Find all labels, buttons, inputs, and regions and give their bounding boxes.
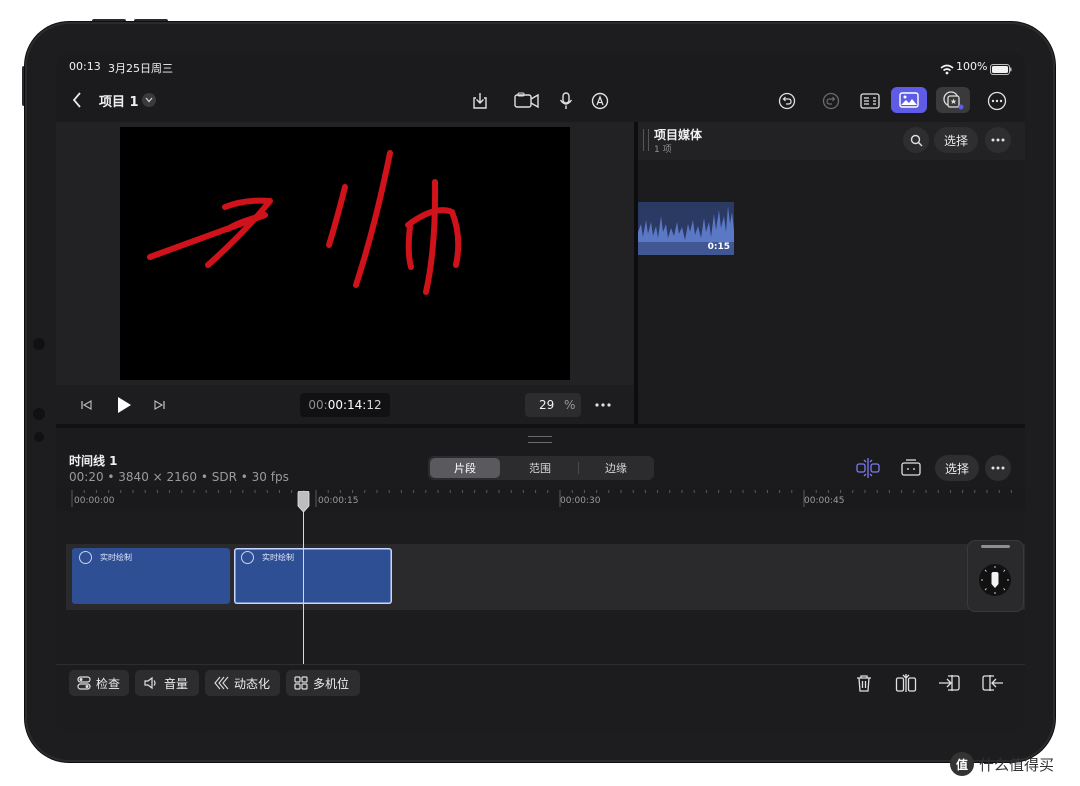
multicam-icon — [294, 676, 308, 690]
back-chevron-icon[interactable] — [68, 90, 86, 110]
more-options-icon[interactable] — [986, 90, 1008, 112]
timeline-divider — [56, 424, 1025, 428]
wifi-icon — [940, 60, 954, 79]
zoom-unit: % — [564, 398, 576, 412]
viewer-more-icon[interactable] — [593, 397, 613, 413]
animate-button[interactable]: 动态化 — [205, 670, 280, 696]
skip-forward-icon[interactable] — [152, 398, 166, 412]
inspector-icon[interactable] — [858, 90, 882, 112]
camera-icon[interactable] — [513, 90, 541, 112]
zoom-value: 29 — [539, 398, 555, 412]
timeline-ruler[interactable] — [56, 487, 1025, 511]
segment-edge[interactable]: 边缘 — [580, 458, 652, 478]
timeline-clip-2-label: 实时绘制 — [262, 553, 294, 562]
battery-icon — [990, 60, 1012, 79]
timeline-clip-1[interactable]: 实时绘制 — [72, 548, 230, 604]
trash-icon[interactable] — [853, 672, 875, 694]
media-panel — [638, 122, 1025, 424]
media-select-button[interactable]: 选择 — [934, 127, 978, 153]
jog-wheel-panel[interactable] — [967, 540, 1024, 612]
speaker-icon — [144, 676, 156, 690]
timeline-drag-handle[interactable] — [528, 436, 552, 443]
effects-star-icon[interactable] — [936, 87, 970, 113]
watermark-logo-char: 值 — [955, 757, 968, 772]
inspect-label: 检查 — [96, 676, 121, 691]
pencil-draw-icon[interactable] — [589, 90, 611, 112]
media-more-icon[interactable] — [985, 127, 1011, 153]
ruler-label-45: 00:00:45 — [804, 496, 845, 506]
bottom-toolbar — [56, 664, 1025, 732]
timecode-prefix: 00: — [308, 398, 328, 412]
media-clip-thumbnail[interactable]: 0:15 — [638, 202, 734, 255]
live-drawing-icon — [79, 551, 92, 564]
timeline-clip-1-label: 实时绘制 — [100, 553, 132, 562]
timeline-clip-2[interactable]: 实时绘制 — [234, 548, 392, 604]
microphone-icon[interactable] — [556, 90, 576, 112]
animate-icon — [214, 676, 229, 690]
multicam-label: 多机位 — [313, 676, 350, 691]
multicam-button[interactable]: 多机位 — [286, 670, 360, 696]
camera-dot-3 — [34, 432, 44, 442]
watermark-logo: 值 — [950, 752, 974, 776]
media-resize-handle[interactable] — [643, 129, 649, 151]
timecode-frames: 12 — [366, 398, 382, 412]
red-handwriting-drawing — [147, 150, 462, 295]
playhead-line — [303, 510, 304, 664]
import-icon[interactable] — [469, 90, 491, 112]
live-drawing-icon — [241, 551, 254, 564]
timeline-name: 时间线 1 — [69, 454, 118, 468]
segment-clip[interactable]: 片段 — [430, 458, 500, 478]
split-clip-icon[interactable] — [894, 672, 918, 694]
segment-divider — [578, 462, 579, 474]
segment-range[interactable]: 范围 — [504, 458, 576, 478]
status-date: 3月25日周三 — [108, 62, 173, 75]
project-title[interactable]: 项目 1 — [99, 91, 139, 110]
timeline-info: 00:20 • 3840 × 2160 • SDR • 30 fps — [69, 470, 289, 484]
battery-percent: 100% — [956, 60, 988, 73]
timeline-select-button[interactable]: 选择 — [935, 455, 979, 481]
split-snap-icon[interactable] — [854, 455, 882, 481]
clip-connect-icon[interactable] — [898, 455, 924, 481]
volume-label: 音量 — [164, 676, 189, 691]
timecode-display[interactable]: 00: 00:14: 12 — [300, 393, 390, 417]
media-panel-title: 项目媒体 — [654, 128, 703, 142]
edit-mode-segmented-control: 片段 范围 边缘 — [428, 456, 654, 480]
trim-end-icon[interactable] — [981, 672, 1005, 694]
zoom-field[interactable]: 29 % — [525, 393, 581, 417]
jog-wheel-grabber — [981, 545, 1010, 548]
inspect-button[interactable]: 检查 — [69, 670, 129, 696]
undo-icon[interactable] — [776, 90, 798, 112]
inspect-icon — [77, 676, 91, 690]
media-search-icon[interactable] — [903, 127, 929, 153]
jog-wheel-icon — [979, 564, 1011, 596]
ruler-label-30: 00:00:30 — [560, 496, 601, 506]
media-item-count: 1 项 — [654, 145, 672, 155]
status-time: 00:13 — [69, 60, 101, 73]
trim-start-icon[interactable] — [937, 672, 961, 694]
play-icon[interactable] — [115, 395, 133, 415]
timecode-main: 00:14: — [327, 398, 367, 412]
camera-dot-1 — [33, 338, 45, 350]
app-screen: 00:13 3月25日周三 100% 项目 1 00: 00:14: 12 29… — [56, 52, 1025, 732]
ruler-ticks — [71, 490, 1012, 507]
volume-button[interactable]: 音量 — [135, 670, 199, 696]
photo-browser-icon[interactable] — [891, 87, 927, 113]
ruler-label-15: 00:00:15 — [318, 496, 359, 506]
chevron-down-icon[interactable] — [142, 93, 156, 107]
redo-icon[interactable] — [820, 90, 842, 112]
video-canvas[interactable] — [120, 127, 570, 380]
playhead-handle[interactable] — [297, 490, 310, 513]
media-clip-duration: 0:15 — [707, 242, 730, 252]
camera-dot-2 — [33, 408, 45, 420]
timeline-more-icon[interactable] — [985, 455, 1011, 481]
watermark-text: 什么值得买 — [979, 756, 1055, 774]
animate-label: 动态化 — [234, 676, 271, 691]
ruler-label-0: 00:00:00 — [74, 496, 115, 506]
skip-back-icon[interactable] — [80, 398, 94, 412]
